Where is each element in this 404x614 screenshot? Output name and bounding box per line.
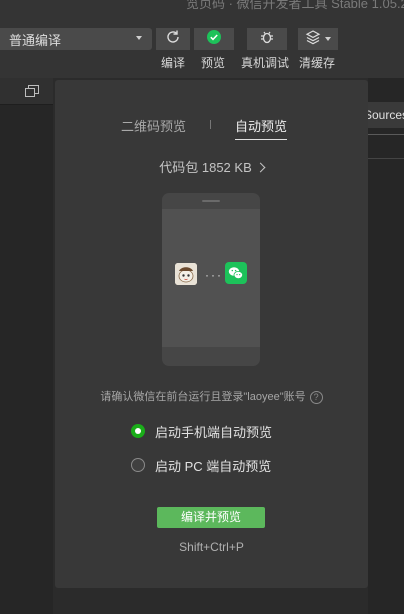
- login-hint-text: 请确认微信在前台运行且登录"laoyee"账号: [100, 391, 306, 403]
- clear-cache-button[interactable]: [298, 28, 338, 50]
- package-size-text: 代码包 1852 KB: [159, 160, 252, 175]
- simulator-panel: [0, 78, 53, 614]
- package-size-link[interactable]: 代码包 1852 KB: [55, 157, 368, 176]
- radio-unselected-icon[interactable]: [131, 458, 145, 472]
- layers-icon: [305, 29, 321, 50]
- top-toolbar: 览页码 · 微信开发者工具 Stable 1.05.2 普通编译 编译 预览 真…: [0, 0, 404, 78]
- login-hint: 请确认微信在前台运行且登录"laoyee"账号?: [55, 388, 368, 404]
- devtools-panel: Sources: [368, 78, 404, 614]
- compile-label: 编译: [161, 56, 186, 70]
- option-pc-label: 启动 PC 端自动预览: [155, 459, 272, 474]
- window-title: 览页码 · 微信开发者工具 Stable 1.05.2: [186, 0, 404, 11]
- divider: [368, 134, 404, 135]
- remote-debug-label: 真机调试: [241, 56, 290, 70]
- bug-icon: [259, 29, 275, 50]
- chevron-down-icon: [325, 37, 331, 41]
- preview-tabs: 二维码预览 自动预览: [55, 116, 368, 140]
- radio-selected-icon[interactable]: [131, 424, 145, 438]
- tab-separator: [210, 120, 211, 129]
- compile-button[interactable]: [156, 28, 190, 50]
- tab-sources-label: Sources: [368, 108, 404, 122]
- tab-sources[interactable]: Sources: [368, 102, 404, 128]
- preview-popup: 二维码预览 自动预览 代码包 1852 KB ··· 请确认微信在前台运行且登录…: [55, 80, 368, 588]
- compile-mode-value: 普通编译: [9, 32, 62, 48]
- divider: [368, 158, 404, 159]
- chevron-right-icon: [255, 162, 266, 173]
- preview-label: 预览: [201, 56, 226, 70]
- phone-speaker: [202, 200, 220, 202]
- option-mobile-label: 启动手机端自动预览: [155, 425, 273, 440]
- simulator-header: [0, 78, 53, 105]
- clear-cache-label: 清缓存: [299, 56, 336, 70]
- tab-qr-preview[interactable]: 二维码预览: [121, 116, 186, 135]
- connector-dots: ···: [205, 268, 223, 282]
- shortcut-hint: Shift+Ctrl+P: [179, 540, 244, 554]
- window-restore-icon[interactable]: [25, 84, 39, 102]
- remote-debug-button[interactable]: [247, 28, 287, 50]
- check-circle-icon: [206, 29, 222, 50]
- tab-auto-preview[interactable]: 自动预览: [235, 116, 288, 140]
- chevron-down-icon: [136, 36, 142, 40]
- compile-and-preview-button[interactable]: 编译并预览: [157, 507, 265, 528]
- help-icon[interactable]: ?: [309, 390, 323, 404]
- wechat-icon: [225, 262, 247, 284]
- refresh-icon: [165, 29, 181, 50]
- preview-button[interactable]: [194, 28, 234, 50]
- user-avatar: [175, 263, 197, 285]
- compile-mode-select[interactable]: 普通编译: [0, 28, 152, 50]
